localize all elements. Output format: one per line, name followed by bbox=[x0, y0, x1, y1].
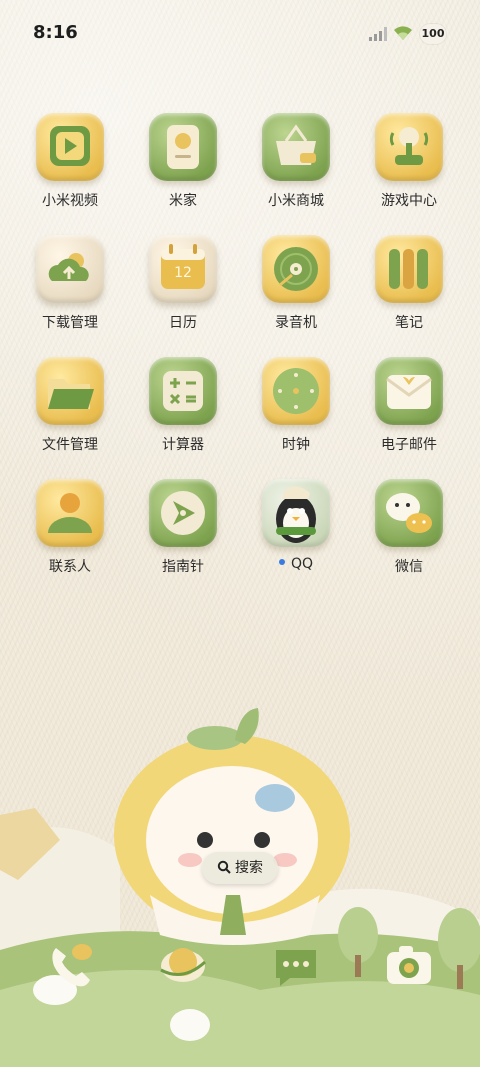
dock-phone[interactable] bbox=[36, 932, 104, 1000]
mail-icon bbox=[375, 357, 443, 425]
dock-camera[interactable] bbox=[375, 932, 443, 1000]
app-label: 日历 bbox=[169, 315, 197, 331]
app-mijia[interactable]: 米家 bbox=[129, 113, 239, 223]
app-file-manager[interactable]: 文件管理 bbox=[16, 357, 126, 467]
calendar-day: 12 bbox=[174, 265, 192, 281]
calendar-icon: 12 bbox=[149, 235, 217, 303]
app-label: 计算器 bbox=[162, 437, 204, 453]
app-label: 笔记 bbox=[395, 315, 423, 331]
app-label-text: QQ bbox=[290, 556, 314, 572]
folder-icon bbox=[36, 357, 104, 425]
app-label: 小米商城 bbox=[268, 193, 324, 209]
app-label: 小米视频 bbox=[42, 193, 98, 209]
app-notes[interactable]: 笔记 bbox=[355, 235, 465, 345]
app-label: 游戏中心 bbox=[381, 193, 437, 209]
app-calendar[interactable]: 12 日历 bbox=[129, 235, 239, 345]
search-icon bbox=[217, 860, 231, 874]
dock-browser[interactable] bbox=[149, 932, 217, 1000]
home-screen: 8:16 100 小米视频 米家 小米商城 游戏中心 下载管理 12 日历 录音… bbox=[0, 0, 480, 1067]
app-label: QQ bbox=[242, 556, 350, 572]
game-controller-icon bbox=[375, 113, 443, 181]
app-contacts[interactable]: 联系人 bbox=[16, 479, 126, 589]
app-xiaomi-mall[interactable]: 小米商城 bbox=[242, 113, 352, 223]
app-compass[interactable]: 指南针 bbox=[129, 479, 239, 589]
shopping-basket-icon bbox=[262, 113, 330, 181]
battery-indicator: 100 bbox=[420, 24, 446, 44]
app-xiaomi-video[interactable]: 小米视频 bbox=[16, 113, 126, 223]
clock-icon bbox=[262, 357, 330, 425]
smart-home-icon bbox=[149, 113, 217, 181]
app-game-center[interactable]: 游戏中心 bbox=[355, 113, 465, 223]
cell-signal-icon bbox=[369, 27, 387, 41]
notes-icon bbox=[375, 235, 443, 303]
app-label: 电子邮件 bbox=[381, 437, 437, 453]
app-label: 下载管理 bbox=[42, 315, 98, 331]
app-download-manager[interactable]: 下载管理 bbox=[16, 235, 126, 345]
app-label: 文件管理 bbox=[42, 437, 98, 453]
status-time: 8:16 bbox=[33, 22, 78, 43]
app-label: 米家 bbox=[169, 193, 197, 209]
app-wechat[interactable]: 微信 bbox=[355, 479, 465, 589]
search-button[interactable]: 搜索 bbox=[202, 852, 278, 884]
app-email[interactable]: 电子邮件 bbox=[355, 357, 465, 467]
contacts-icon bbox=[36, 479, 104, 547]
app-clock[interactable]: 时钟 bbox=[242, 357, 352, 467]
compass-icon bbox=[149, 479, 217, 547]
app-label: 指南针 bbox=[162, 559, 204, 575]
app-label: 录音机 bbox=[275, 315, 317, 331]
notification-dot bbox=[278, 559, 285, 565]
wechat-icon bbox=[375, 479, 443, 547]
search-label: 搜索 bbox=[235, 860, 263, 876]
wifi-icon bbox=[394, 26, 412, 40]
video-play-icon bbox=[36, 113, 104, 181]
app-calculator[interactable]: 计算器 bbox=[129, 357, 239, 467]
app-recorder[interactable]: 录音机 bbox=[242, 235, 352, 345]
app-label: 时钟 bbox=[282, 437, 310, 453]
recorder-icon bbox=[262, 235, 330, 303]
qq-penguin-icon bbox=[262, 479, 330, 547]
app-qq[interactable]: QQ bbox=[242, 479, 352, 589]
app-label: 微信 bbox=[395, 559, 423, 575]
calculator-icon bbox=[149, 357, 217, 425]
dock-messages[interactable] bbox=[262, 932, 330, 1000]
status-bar: 8:16 100 bbox=[0, 0, 480, 68]
app-label: 联系人 bbox=[49, 559, 91, 575]
cloud-download-icon bbox=[36, 235, 104, 303]
